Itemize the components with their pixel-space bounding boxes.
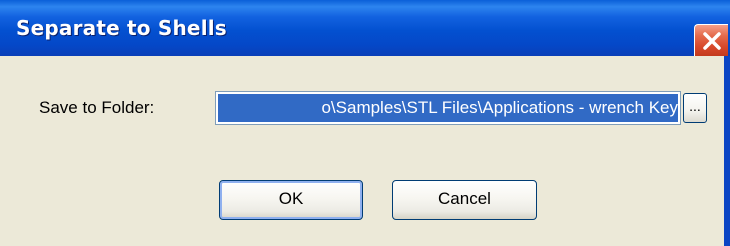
browse-folder-button[interactable]: ...	[683, 93, 707, 123]
ok-button[interactable]: OK	[219, 180, 363, 220]
window-right-border	[724, 56, 730, 246]
close-button[interactable]	[694, 24, 728, 56]
title-bar[interactable]: Separate to Shells	[0, 0, 730, 56]
save-folder-input[interactable]: o\Samples\STL Files\Applications - wrenc…	[215, 91, 681, 125]
save-to-folder-label: Save to Folder:	[39, 98, 155, 117]
separate-to-shells-dialog: Separate to Shells Save to Folder: o\Sam…	[0, 0, 730, 246]
close-icon	[703, 32, 721, 50]
dialog-body: Save to Folder: o\Samples\STL Files\Appl…	[0, 56, 730, 246]
dialog-title: Separate to Shells	[16, 16, 227, 40]
cancel-button[interactable]: Cancel	[392, 180, 537, 220]
save-folder-value[interactable]: o\Samples\STL Files\Applications - wrenc…	[218, 94, 678, 122]
